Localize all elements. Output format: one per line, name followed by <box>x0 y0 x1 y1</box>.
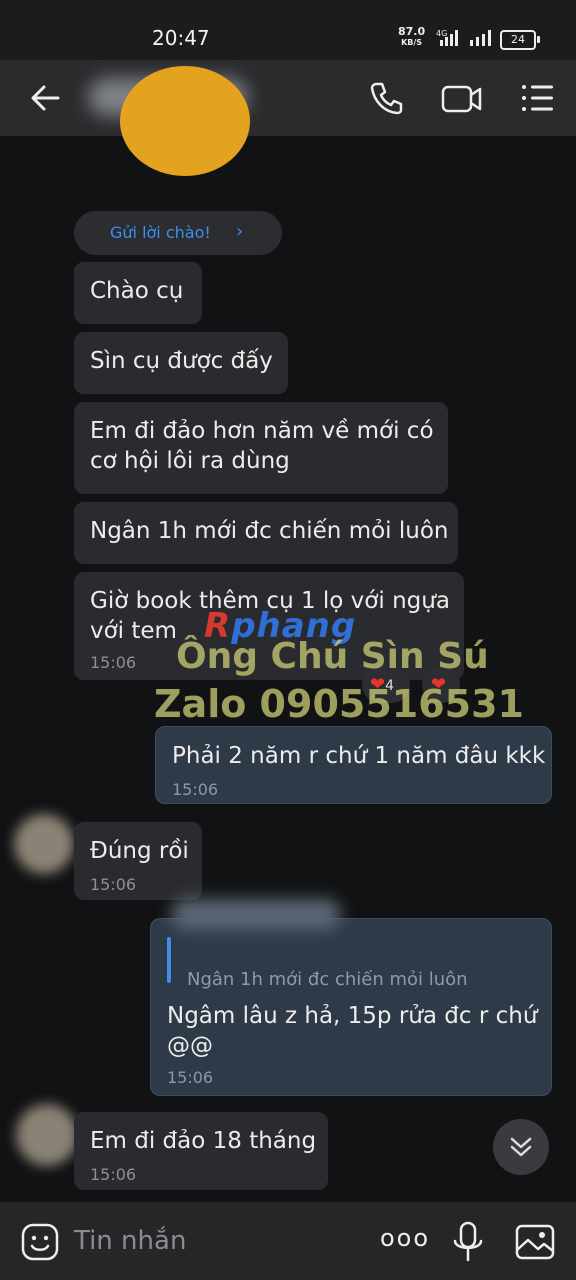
message-input-bar: Tin nhắn ooo <box>0 1202 576 1280</box>
message-bubble[interactable]: Ngân 1h mới đc chiến mỏi luôn <box>74 502 458 564</box>
reaction-button[interactable]: ❤ <box>422 667 460 703</box>
quote-bar <box>167 937 171 983</box>
image-gallery-icon[interactable] <box>514 1220 558 1262</box>
scroll-to-bottom-button[interactable] <box>493 1119 549 1175</box>
message-text: Ngân 1h mới đc chiến mỏi luôn <box>90 518 449 544</box>
chat-content[interactable]: Gửi lời chào! › Chào cụ Sìn cụ được đấy … <box>0 66 576 1202</box>
message-input[interactable]: Tin nhắn <box>74 1226 186 1256</box>
message-time: 15:06 <box>167 1068 214 1087</box>
microphone-icon[interactable] <box>450 1220 486 1264</box>
message-time: 15:06 <box>90 875 137 894</box>
heart-icon: ❤ <box>431 674 447 695</box>
back-arrow-icon[interactable] <box>26 78 66 118</box>
network-type: 4G <box>436 29 447 38</box>
greeting-label: Gửi lời chào! <box>110 223 211 242</box>
chat-header <box>0 60 576 136</box>
net-speed-unit: KB/S <box>401 38 423 47</box>
contact-avatar[interactable] <box>16 1104 78 1166</box>
message-bubble-sent-reply[interactable]: Ngân 1h mới đc chiến mỏi luôn Ngâm lâu z… <box>150 899 552 1096</box>
battery-icon: 24 <box>500 30 540 50</box>
watermark-line2: Zalo 0905516531 <box>154 682 524 726</box>
message-time: 15:06 <box>172 780 219 799</box>
message-time: 15:06 <box>90 1165 137 1184</box>
message-text: Phải 2 năm r chứ 1 năm đâu kkk <box>172 743 546 769</box>
heart-icon: ❤ <box>370 674 386 695</box>
more-options-icon[interactable]: ooo <box>380 1224 430 1252</box>
message-text: Em đi đảo 18 tháng <box>90 1128 317 1154</box>
message-bubble[interactable]: Đúng rồi 15:06 <box>74 822 202 900</box>
message-text: Ngâm lâu z hả, 15p rửa đc r chứ @@ <box>167 1003 538 1059</box>
message-time: 15:06 <box>90 653 137 672</box>
signal-4g-icon: 4G <box>436 29 458 46</box>
message-bubble[interactable]: Em đi đảo 18 tháng 15:06 <box>74 1112 328 1190</box>
sticker-icon[interactable] <box>20 1222 60 1262</box>
phone-icon[interactable] <box>366 78 406 118</box>
message-text: Chào cụ <box>90 278 184 304</box>
status-bar: 20:47 87.0 KB/S 4G 24 <box>0 0 576 60</box>
chevron-right-icon: › <box>236 221 244 242</box>
message-bubble[interactable]: Sìn cụ được đấy <box>74 332 288 394</box>
reaction-count: 4 <box>385 678 395 694</box>
status-time: 20:47 <box>152 26 210 50</box>
quoted-sender-blurred <box>171 899 341 929</box>
signal-icon <box>470 30 491 46</box>
battery-level: 24 <box>511 33 525 46</box>
message-bubble[interactable]: Chào cụ <box>74 262 202 324</box>
message-text: Em đi đảo hơn năm về mới có cơ hội lôi r… <box>90 418 434 474</box>
chevron-double-down-icon <box>510 1137 532 1157</box>
message-bubble[interactable]: Giờ book thêm cụ 1 lọ với ngựa với tem 1… <box>74 572 464 680</box>
menu-icon[interactable] <box>518 78 558 118</box>
greeting-chip[interactable]: Gửi lời chào! › <box>74 211 282 255</box>
message-bubble[interactable]: Em đi đảo hơn năm về mới có cơ hội lôi r… <box>74 402 448 494</box>
video-call-icon[interactable] <box>440 78 484 118</box>
contact-avatar-large <box>120 66 250 176</box>
net-speed-value: 87.0 <box>398 25 426 38</box>
contact-avatar[interactable] <box>14 814 74 874</box>
reaction-chip[interactable]: ❤4 <box>362 667 410 703</box>
message-text: Sìn cụ được đấy <box>90 348 273 374</box>
quoted-message[interactable]: Ngân 1h mới đc chiến mỏi luôn <box>187 965 468 995</box>
message-text: Giờ book thêm cụ 1 lọ với ngựa với tem <box>90 588 450 644</box>
net-speed: 87.0 KB/S <box>398 26 425 48</box>
message-text: Đúng rồi <box>90 838 189 864</box>
message-bubble-sent[interactable]: Phải 2 năm r chứ 1 năm đâu kkk 15:06 <box>155 726 552 804</box>
